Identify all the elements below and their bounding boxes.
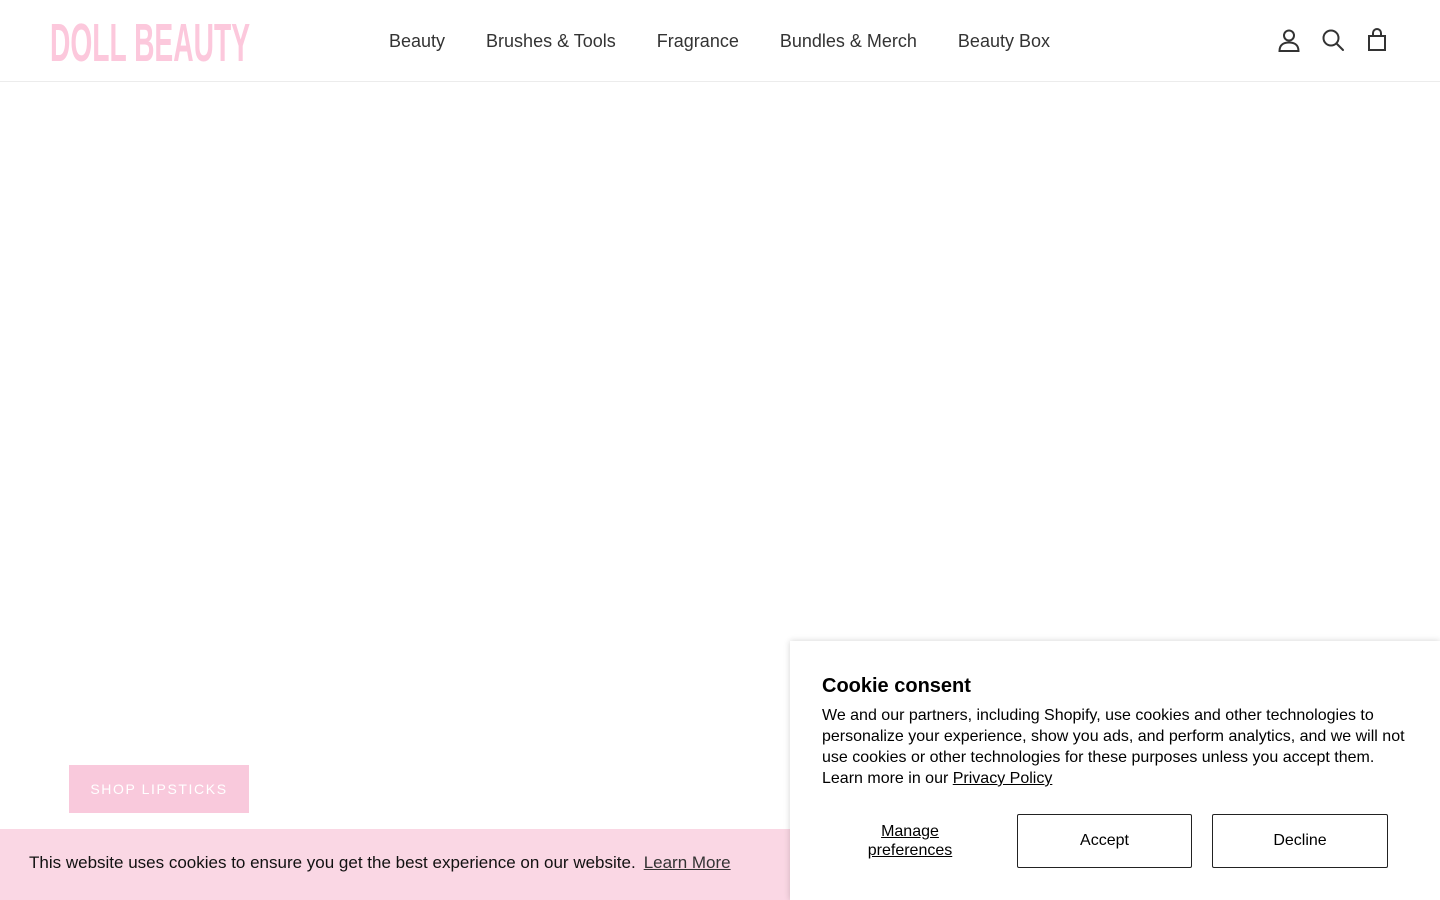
header-actions — [1276, 27, 1390, 53]
cookie-consent-dialog: Cookie consent We and our partners, incl… — [790, 641, 1440, 900]
cookie-notice: This website uses cookies to ensure you … — [29, 853, 731, 873]
logo-text: DOLL BEAUTY — [50, 17, 250, 63]
decline-button[interactable]: Decline — [1212, 814, 1388, 868]
account-icon[interactable] — [1276, 27, 1302, 53]
cookie-notice-text: This website uses cookies to ensure you … — [29, 853, 636, 872]
consent-title: Cookie consent — [822, 675, 971, 697]
search-icon[interactable] — [1320, 27, 1346, 53]
main-nav: Beauty Brushes & Tools Fragrance Bundles… — [389, 30, 1050, 52]
nav-item-beauty[interactable]: Beauty — [389, 30, 445, 52]
shop-lipsticks-button[interactable]: SHOP LIPSTICKS — [69, 765, 249, 813]
learn-more-link[interactable]: Learn More — [644, 853, 731, 872]
nav-item-bundles-merch[interactable]: Bundles & Merch — [780, 30, 917, 52]
privacy-policy-link[interactable]: Privacy Policy — [953, 770, 1053, 787]
nav-item-fragrance[interactable]: Fragrance — [657, 30, 739, 52]
nav-item-brushes-tools[interactable]: Brushes & Tools — [486, 30, 616, 52]
consent-body: We and our partners, including Shopify, … — [822, 705, 1412, 789]
nav-item-beauty-box[interactable]: Beauty Box — [958, 30, 1050, 52]
manage-preferences-link[interactable]: Manage preferences — [840, 822, 980, 860]
site-header: DOLL BEAUTY Beauty Brushes & Tools Fragr… — [0, 0, 1440, 82]
accept-button[interactable]: Accept — [1017, 814, 1192, 868]
doll-beauty-logo[interactable]: DOLL BEAUTY — [50, 17, 250, 63]
consent-body-text: We and our partners, including Shopify, … — [822, 707, 1405, 787]
cart-icon[interactable] — [1364, 27, 1390, 53]
